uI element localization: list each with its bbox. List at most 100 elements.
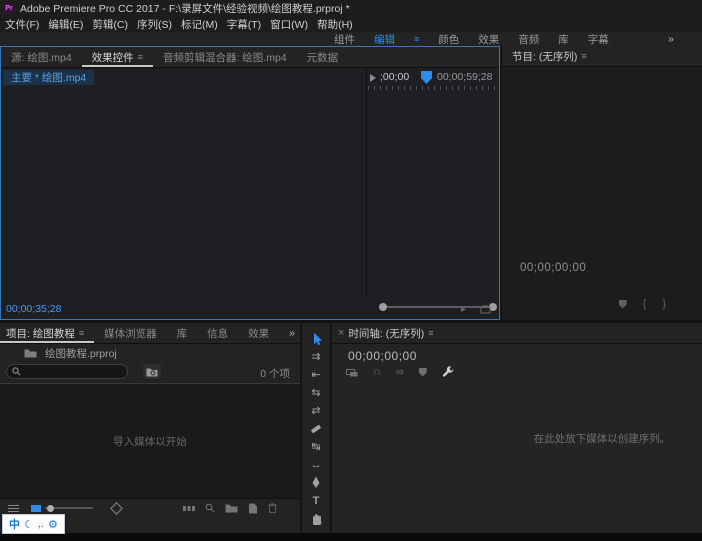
ripple-edit-icon: ⇤ — [311, 369, 321, 381]
search-input[interactable] — [25, 365, 124, 378]
menu-title[interactable]: 字幕(T) — [227, 17, 261, 32]
mark-in-icon[interactable]: { — [643, 298, 647, 310]
panel-menu-icon[interactable]: ≡ — [428, 328, 433, 338]
effect-controls-panel: 源: 绘图.mp4 效果控件 ≡ 音频剪辑混合器: 绘图.mp4 元数据 主要 … — [0, 46, 500, 320]
clear-trash-icon[interactable] — [268, 503, 277, 513]
workspace-titles[interactable]: 字幕 — [588, 32, 609, 47]
project-root-row[interactable]: 绘图教程.prproj — [0, 345, 117, 361]
scrollbar-handle-left[interactable] — [379, 303, 387, 311]
panel-menu-icon[interactable]: ≡ — [79, 328, 84, 338]
tab-effect-controls[interactable]: 效果控件 ≡ — [82, 47, 153, 67]
workspace-audio[interactable]: 音频 — [518, 32, 539, 47]
hand-tool[interactable] — [307, 511, 325, 526]
slide-icon: ↔ — [310, 458, 322, 471]
program-controls: { } — [618, 298, 666, 310]
ripple-edit-tool[interactable]: ⇤ — [307, 367, 325, 382]
slide-tool[interactable]: ↔ — [307, 457, 325, 472]
title-bar[interactable]: Pr Adobe Premiere Pro CC 2017 - F:\录屏文件\… — [0, 0, 702, 16]
menu-help[interactable]: 帮助(H) — [317, 17, 353, 32]
project-panel: 项目: 绘图教程 ≡ 媒体浏览器 库 信息 效果 » 绘图教程.prproj 0… — [0, 323, 300, 533]
icon-view-icon[interactable] — [31, 504, 41, 513]
workspace-overflow-chevron[interactable]: » — [668, 33, 674, 45]
tab-effects[interactable]: 效果 — [238, 323, 279, 343]
selection-tool[interactable] — [307, 331, 325, 346]
ime-mode-button[interactable]: 中 — [9, 516, 20, 532]
new-bin-icon[interactable] — [225, 503, 238, 513]
project-item-list[interactable]: 导入媒体以开始 — [0, 383, 300, 499]
workspace-effects[interactable]: 效果 — [478, 32, 499, 47]
mini-play-icon[interactable]: ▸ — [461, 304, 466, 315]
panel-menu-icon[interactable]: ≡ — [581, 51, 586, 61]
workspace-bar: 组件 编辑 ≡ 颜色 效果 音频 库 字幕 » — [0, 32, 702, 46]
new-item-icon[interactable] — [248, 503, 258, 514]
add-marker-icon[interactable] — [418, 367, 427, 377]
zoom-slider-handle[interactable] — [47, 504, 54, 512]
workspace-assembly[interactable]: 组件 — [334, 32, 355, 47]
workspace-editing[interactable]: 编辑 — [374, 32, 395, 47]
list-view-icon[interactable] — [8, 504, 19, 513]
tab-program-monitor[interactable]: 节目: (无序列) ≡ — [502, 46, 597, 66]
timeline-timecode[interactable]: 00;00;00;00 — [348, 349, 417, 363]
pen-tool[interactable] — [307, 475, 325, 490]
playhead-timecode[interactable]: ;00;00 — [380, 71, 409, 83]
menu-bar: 文件(F) 编辑(E) 剪辑(C) 序列(S) 标记(M) 字幕(T) 窗口(W… — [0, 16, 702, 32]
menu-marker[interactable]: 标记(M) — [181, 17, 218, 32]
search-in-bin-button[interactable] — [143, 364, 161, 379]
search-box[interactable] — [6, 364, 128, 379]
window-title: Adobe Premiere Pro CC 2017 - F:\录屏文件\经验视… — [20, 2, 350, 15]
rolling-edit-icon: ⇆ — [311, 387, 321, 399]
timeline-settings-wrench-icon[interactable] — [442, 365, 455, 379]
ime-toolbar[interactable]: 中 ☾ ,. ⚙ — [2, 514, 65, 534]
automate-to-sequence-icon[interactable] — [110, 501, 123, 515]
punctuation-icon[interactable]: ,. — [38, 518, 44, 530]
slip-icon: ↹ — [311, 441, 321, 453]
current-timecode[interactable]: 00;00;35;28 — [6, 303, 61, 315]
tab-timeline[interactable]: 时间轴: (无序列) ≡ — [344, 323, 443, 343]
selection-tool-icon — [313, 332, 322, 345]
track-select-forward-tool[interactable]: ⇉ — [307, 349, 325, 364]
insert-overwrite-nest-icon[interactable] — [346, 367, 358, 377]
razor-tool[interactable] — [307, 421, 325, 436]
menu-edit[interactable]: 编辑(E) — [48, 17, 83, 32]
tab-audio-clip-mixer[interactable]: 音频剪辑混合器: 绘图.mp4 — [153, 47, 297, 67]
add-marker-icon[interactable] — [618, 299, 627, 309]
rate-stretch-tool[interactable]: ⇄ — [307, 403, 325, 418]
tab-metadata[interactable]: 元数据 — [297, 47, 349, 67]
workspace-libraries[interactable]: 库 — [558, 32, 569, 47]
find-icon[interactable] — [205, 503, 215, 513]
workspace-menu-icon[interactable]: ≡ — [414, 34, 419, 44]
menu-window[interactable]: 窗口(W) — [270, 17, 308, 32]
adjust-icon[interactable] — [183, 504, 195, 513]
clip-header[interactable]: 主要 * 绘图.mp4 — [3, 70, 95, 85]
moon-icon[interactable]: ☾ — [24, 518, 34, 531]
program-monitor-panel: 节目: (无序列) ≡ 00;00;00;00 { } — [502, 46, 702, 320]
tab-media-browser[interactable]: 媒体浏览器 — [94, 323, 167, 343]
menu-file[interactable]: 文件(F) — [5, 17, 39, 32]
mark-out-icon[interactable]: } — [662, 298, 666, 310]
tab-info[interactable]: 信息 — [197, 323, 238, 343]
mini-timeline-ruler[interactable] — [368, 86, 498, 90]
tab-source-monitor[interactable]: 源: 绘图.mp4 — [1, 47, 82, 67]
effect-controls-divider[interactable] — [366, 68, 367, 297]
item-count: 0 个项 — [260, 368, 290, 380]
export-frame-icon[interactable] — [480, 305, 491, 315]
timeline-view-toggle-icon[interactable] — [370, 74, 376, 82]
tools-panel: ⇉ ⇤ ⇆ ⇄ ↹ ↔ T — [302, 323, 330, 533]
program-timecode[interactable]: 00;00;00;00 — [520, 262, 586, 274]
menu-sequence[interactable]: 序列(S) — [137, 17, 172, 32]
gear-icon[interactable]: ⚙ — [48, 518, 58, 531]
tab-project[interactable]: 项目: 绘图教程 ≡ — [0, 323, 94, 343]
panel-menu-icon[interactable]: ≡ — [138, 52, 143, 62]
snap-icon[interactable]: ∩ — [373, 366, 381, 378]
empty-project-hint: 导入媒体以开始 — [113, 435, 187, 448]
type-tool[interactable]: T — [307, 493, 325, 508]
tab-libraries[interactable]: 库 — [167, 323, 198, 343]
linked-selection-icon[interactable]: ∞ — [396, 366, 404, 378]
rate-stretch-icon: ⇄ — [311, 405, 321, 417]
workspace-color[interactable]: 颜色 — [438, 32, 459, 47]
type-icon: T — [312, 494, 320, 507]
playhead-marker-icon[interactable] — [421, 71, 432, 84]
menu-clip[interactable]: 剪辑(C) — [92, 17, 128, 32]
rolling-edit-tool[interactable]: ⇆ — [307, 385, 325, 400]
slip-tool[interactable]: ↹ — [307, 439, 325, 454]
